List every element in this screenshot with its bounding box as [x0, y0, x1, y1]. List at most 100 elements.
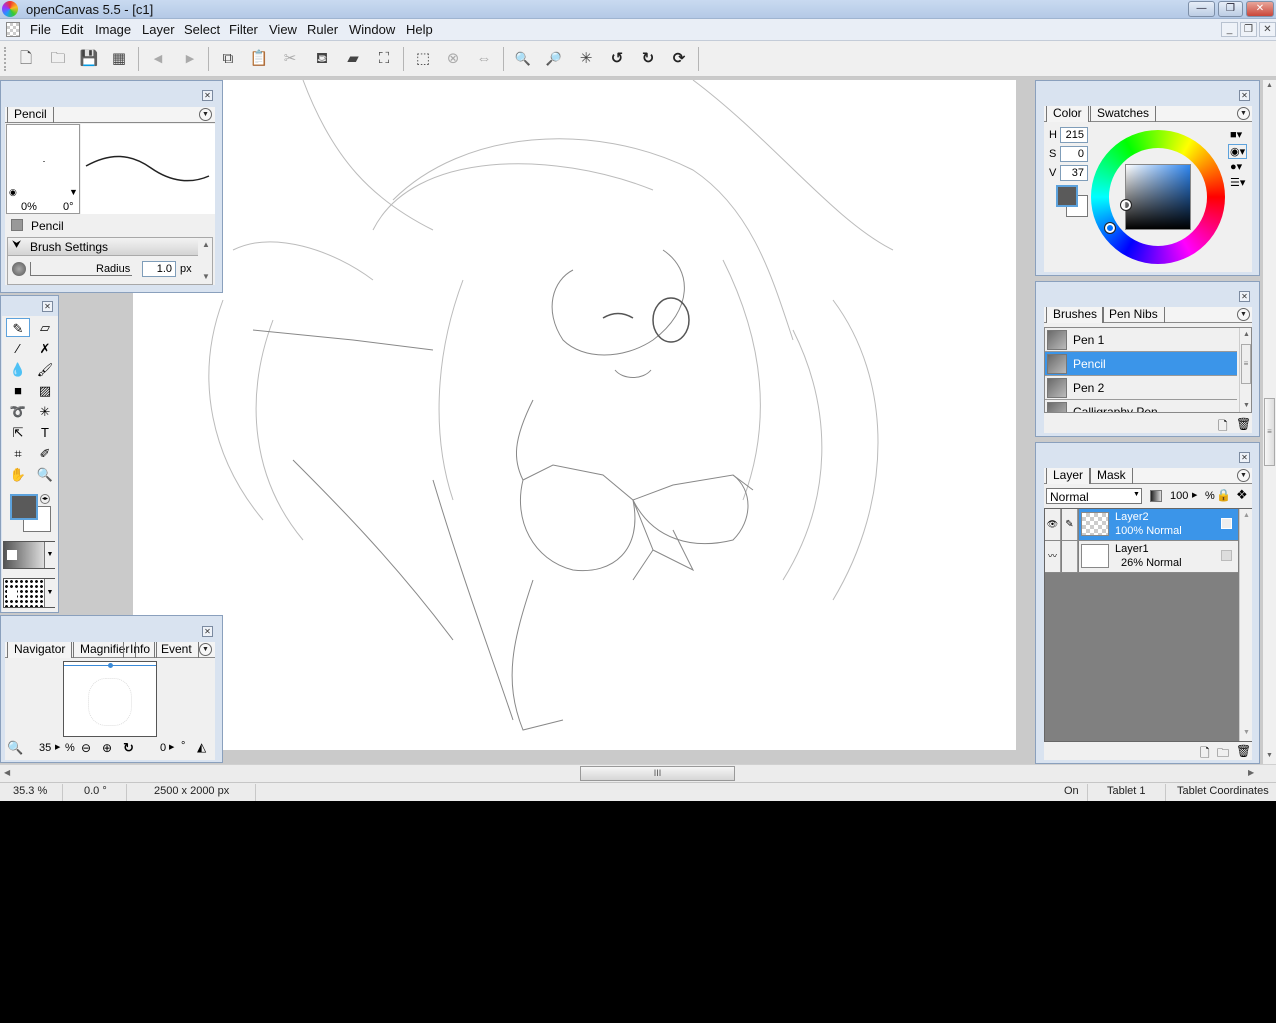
swap-colors-icon[interactable]: ◂▸	[40, 494, 50, 504]
zoom-stepper-icon[interactable]: ▶	[55, 743, 60, 751]
rotate-right-icon[interactable]: ↻	[637, 49, 659, 69]
tool-water-icon[interactable]: 💧	[6, 360, 30, 379]
eraser-icon[interactable]: ▰	[342, 49, 364, 69]
delete-brush-icon[interactable]: 🗑	[1236, 417, 1251, 431]
step-forward-icon[interactable]: ▶	[179, 49, 201, 69]
tab-layer[interactable]: Layer	[1046, 468, 1091, 484]
mdi-minimize-button[interactable]: _	[1221, 22, 1238, 37]
menu-window[interactable]: Window	[349, 22, 395, 37]
value-input[interactable]: 37	[1060, 165, 1088, 181]
tool-crop-icon[interactable]: ⌗	[6, 444, 30, 463]
wheel-mode-icon[interactable]: ◉▾	[1228, 144, 1248, 159]
close-panel-icon[interactable]: ✕	[42, 301, 53, 312]
layer-options-icon[interactable]	[1221, 550, 1232, 561]
layer-opacity-value[interactable]: 100	[1170, 490, 1188, 502]
tab-brushes[interactable]: Brushes	[1046, 307, 1105, 323]
deselect-icon[interactable]: ⊗	[442, 49, 464, 69]
slider-mode-icon[interactable]: ☰▾	[1230, 176, 1245, 189]
layers-stack-icon[interactable]: ❖	[1236, 487, 1248, 503]
zoom-in-icon[interactable]: 🔍	[512, 49, 534, 69]
panel-menu-icon[interactable]: ▼	[1237, 308, 1250, 321]
brush-list-scrollbar[interactable]: ▲ ≡ ▼	[1239, 328, 1251, 412]
zoom-out-icon[interactable]: 🔎	[543, 49, 565, 69]
rotate-icon[interactable]: ↻	[123, 740, 134, 756]
navigator-thumbnail[interactable]	[63, 661, 157, 737]
rotate-left-icon[interactable]: ↺	[606, 49, 628, 69]
mdi-close-button[interactable]: ✕	[1259, 22, 1276, 37]
tool-fill-icon[interactable]: ■	[6, 381, 30, 400]
zoom-in-icon[interactable]: ⊕	[102, 741, 112, 755]
transform-icon[interactable]: ⛶	[373, 49, 395, 69]
layer-row[interactable]: 👁 ✎ Layer2 100% Normal	[1045, 509, 1238, 541]
panel-menu-icon[interactable]: ▼	[1237, 469, 1250, 482]
tool-brush-icon[interactable]: ⁄	[6, 339, 30, 358]
visibility-toggle-icon[interactable]: 〰	[1045, 541, 1061, 572]
hue-input[interactable]: 215	[1060, 127, 1088, 143]
rotate-tip-icon[interactable]: ◉	[9, 187, 17, 198]
layer-list-scrollbar[interactable]: ▲ ▼	[1239, 509, 1252, 741]
menu-layer[interactable]: Layer	[142, 22, 175, 37]
new-file-icon[interactable]: 🗋	[15, 49, 37, 69]
layer-row[interactable]: 〰 Layer1 26% Normal	[1045, 541, 1238, 573]
new-folder-icon[interactable]: 🗀	[1217, 744, 1229, 765]
close-button[interactable]: ✕	[1246, 1, 1274, 17]
layer-options-icon[interactable]	[1221, 518, 1232, 529]
menu-image[interactable]: Image	[95, 22, 131, 37]
toolbar-grip[interactable]	[4, 47, 6, 71]
cut-icon[interactable]: ✂	[279, 49, 301, 69]
scroll-left-icon[interactable]: ◀	[4, 768, 10, 777]
brush-list-item[interactable]: Pen 1	[1045, 328, 1237, 352]
brush-list-item[interactable]: Pencil	[1045, 352, 1237, 376]
tool-blur-icon[interactable]: ✗	[33, 339, 57, 358]
horizontal-scrollbar[interactable]: ◀ III ▶	[0, 764, 1276, 782]
scroll-right-icon[interactable]: ▶	[1248, 768, 1254, 777]
tab-pen-nibs[interactable]: Pen Nibs	[1102, 307, 1165, 323]
sv-marker[interactable]	[1120, 199, 1132, 211]
tab-mask[interactable]: Mask	[1090, 468, 1133, 484]
zoom-tool-icon[interactable]: 🔍	[7, 740, 23, 756]
close-panel-icon[interactable]: ✕	[1239, 291, 1250, 302]
tool-eyedropper-icon[interactable]: ✐	[33, 444, 57, 463]
open-folder-icon[interactable]: 🗀	[47, 49, 69, 69]
menu-file[interactable]: File	[30, 22, 51, 37]
brush-list-item[interactable]: Calligraphy Pen	[1045, 400, 1237, 412]
edit-lock-icon[interactable]	[1062, 541, 1078, 572]
step-back-icon[interactable]: ◀	[147, 49, 169, 69]
document-icon[interactable]	[6, 22, 20, 37]
tab-info[interactable]: Info	[123, 642, 158, 658]
radius-input[interactable]: 1.0	[142, 261, 176, 277]
fill-icon[interactable]: ⛾	[311, 49, 333, 69]
menu-filter[interactable]: Filter	[229, 22, 258, 37]
tool-gradient-icon[interactable]: ▨	[33, 381, 57, 400]
blend-mode-select[interactable]: Normal ▼	[1046, 488, 1142, 504]
square-mode-icon[interactable]: ■▾	[1230, 128, 1242, 141]
tool-magic-wand-icon[interactable]: ✳	[33, 402, 57, 421]
color-foreground-swatch[interactable]	[1056, 185, 1078, 207]
close-panel-icon[interactable]: ✕	[1239, 452, 1250, 463]
saturation-value-square[interactable]	[1120, 164, 1191, 230]
new-layer-icon[interactable]: 🗋	[1200, 744, 1210, 765]
tool-airbrush-icon[interactable]: 🖌	[33, 360, 57, 379]
brush-settings-header[interactable]: ⮟ Brush Settings	[8, 238, 198, 256]
drawing-canvas[interactable]	[133, 79, 1016, 750]
fit-view-icon[interactable]: ✳	[575, 49, 597, 69]
close-panel-icon[interactable]: ✕	[202, 626, 213, 637]
tool-zoom-icon[interactable]: 🔍	[33, 465, 57, 484]
tab-color[interactable]: Color	[1046, 106, 1089, 122]
panel-menu-icon[interactable]: ▼	[199, 108, 212, 121]
tab-swatches[interactable]: Swatches	[1090, 106, 1157, 122]
tab-navigator[interactable]: Navigator	[7, 642, 73, 658]
flip-icon[interactable]: ◭	[197, 740, 206, 754]
tab-event[interactable]: Event	[154, 642, 199, 658]
mdi-restore-button[interactable]: ❐	[1240, 22, 1257, 37]
reset-rotation-icon[interactable]: ⟳	[668, 49, 690, 69]
panel-scrollbar[interactable]: ▲ ≡ ▼	[1263, 80, 1276, 764]
panel-menu-icon[interactable]: ▼	[1237, 107, 1250, 120]
rotation-stepper-icon[interactable]: ▶	[169, 743, 174, 751]
menu-edit[interactable]: Edit	[61, 22, 83, 37]
hue-marker[interactable]	[1104, 222, 1116, 234]
collapse-icon[interactable]: ⮟	[12, 239, 21, 252]
saturation-input[interactable]: 0	[1060, 146, 1088, 162]
close-panel-icon[interactable]: ✕	[1239, 90, 1250, 101]
menu-help[interactable]: Help	[406, 22, 433, 37]
